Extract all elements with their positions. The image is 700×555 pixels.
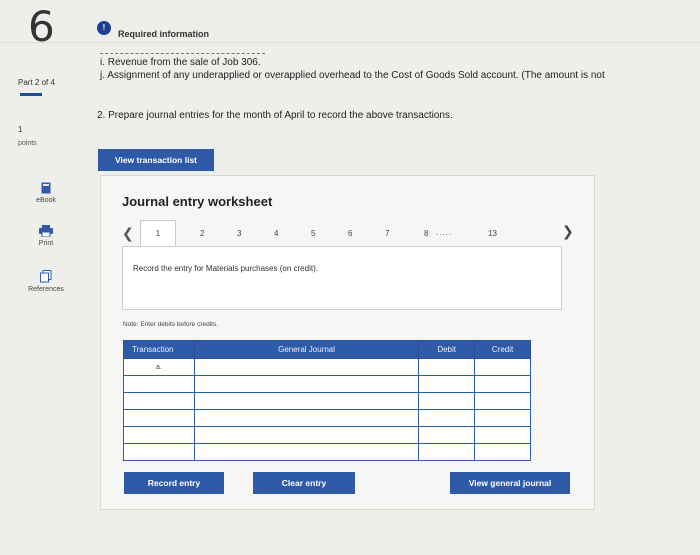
part-progress-bar <box>20 93 42 96</box>
transaction-cell[interactable] <box>123 392 195 410</box>
tab-5[interactable]: 5 <box>311 229 315 238</box>
general-journal-input[interactable] <box>193 392 420 410</box>
header-divider <box>0 42 700 43</box>
table-row <box>123 392 531 410</box>
clear-entry-button[interactable]: Clear entry <box>253 472 355 494</box>
info-icon: ! <box>97 21 111 35</box>
general-journal-input[interactable] <box>193 409 420 427</box>
general-journal-input[interactable] <box>193 358 420 376</box>
view-general-journal-button[interactable]: View general journal <box>450 472 570 494</box>
entry-description-box: Record the entry for Materials purchases… <box>122 246 562 310</box>
debit-input[interactable] <box>418 358 476 376</box>
credit-input[interactable] <box>474 358 531 376</box>
debit-input[interactable] <box>418 375 476 393</box>
tab-7[interactable]: 7 <box>385 229 389 238</box>
debit-input[interactable] <box>418 443 476 461</box>
table-header-row: Transaction General Journal Debit Credit <box>123 340 531 359</box>
note-text: Note: Enter debits before credits. <box>123 321 219 328</box>
credit-input[interactable] <box>474 392 531 410</box>
entry-description: Record the entry for Materials purchases… <box>133 264 318 273</box>
worksheet-tabs: ❮ 1 2 3 4 5 6 7 8 ..... 13 ❯ <box>122 220 574 247</box>
sidebar-item-label: Print <box>38 240 54 247</box>
table-row <box>123 375 531 393</box>
tab-4[interactable]: 4 <box>274 229 278 238</box>
journal-entry-worksheet: Journal entry worksheet ❮ 1 2 3 4 5 6 7 … <box>100 175 595 510</box>
table-row <box>123 443 531 461</box>
part-indicator: Part 2 of 4 <box>18 78 55 87</box>
required-information-heading: Required information <box>118 29 210 39</box>
points-value: 1 <box>18 125 23 134</box>
transaction-cell[interactable]: a. <box>123 358 195 376</box>
worksheet-title: Journal entry worksheet <box>122 194 273 209</box>
tab-13[interactable]: 13 <box>488 229 497 238</box>
credit-input[interactable] <box>474 409 531 427</box>
table-row: a. <box>123 358 531 376</box>
transaction-i-text: i. Revenue from the sale of Job 306. <box>100 57 261 68</box>
tab-ellipsis: ..... <box>436 228 453 237</box>
tab-2[interactable]: 2 <box>200 229 204 238</box>
sidebar-item-label: eBook <box>36 197 56 204</box>
references-icon <box>40 270 52 283</box>
table-row <box>123 409 531 427</box>
transaction-cell[interactable] <box>123 375 195 393</box>
column-header-credit: Credit <box>474 340 531 359</box>
transaction-cell[interactable] <box>123 426 195 444</box>
transaction-cell[interactable] <box>123 409 195 427</box>
view-transaction-list-button[interactable]: View transaction list <box>98 149 214 171</box>
sidebar-item-print[interactable]: Print <box>16 225 76 247</box>
tab-1[interactable]: 1 <box>140 220 176 247</box>
question-number: 6 <box>28 2 55 51</box>
general-journal-input[interactable] <box>193 443 420 461</box>
sidebar-item-label: References <box>28 286 64 293</box>
credit-input[interactable] <box>474 375 531 393</box>
assignment-page: 6 Part 2 of 4 1 points eBook Print Refer… <box>0 0 700 555</box>
credit-input[interactable] <box>474 426 531 444</box>
chevron-right-icon[interactable]: ❯ <box>562 223 574 240</box>
transaction-j-text: j. Assignment of any underapplied or ove… <box>100 70 605 81</box>
journal-entry-table: Transaction General Journal Debit Credit… <box>123 340 531 461</box>
tab-8[interactable]: 8 <box>424 229 428 238</box>
general-journal-input[interactable] <box>193 375 420 393</box>
column-header-transaction: Transaction <box>123 340 195 359</box>
book-icon <box>41 182 51 194</box>
general-journal-input[interactable] <box>193 426 420 444</box>
debit-input[interactable] <box>418 409 476 427</box>
instruction-text: 2. Prepare journal entries for the month… <box>97 110 453 121</box>
printer-icon <box>39 225 53 237</box>
tab-3[interactable]: 3 <box>237 229 241 238</box>
points-label: points <box>18 140 37 147</box>
column-header-general-journal: General Journal <box>193 340 420 359</box>
record-entry-button[interactable]: Record entry <box>124 472 224 494</box>
chevron-left-icon[interactable]: ❮ <box>122 225 134 242</box>
credit-input[interactable] <box>474 443 531 461</box>
sidebar-item-references[interactable]: References <box>16 270 76 293</box>
transaction-cell[interactable] <box>123 443 195 461</box>
debit-input[interactable] <box>418 392 476 410</box>
column-header-debit: Debit <box>418 340 476 359</box>
cut-off-text-line <box>100 53 265 54</box>
debit-input[interactable] <box>418 426 476 444</box>
tab-6[interactable]: 6 <box>348 229 352 238</box>
sidebar-item-ebook[interactable]: eBook <box>16 182 76 204</box>
table-row <box>123 426 531 444</box>
